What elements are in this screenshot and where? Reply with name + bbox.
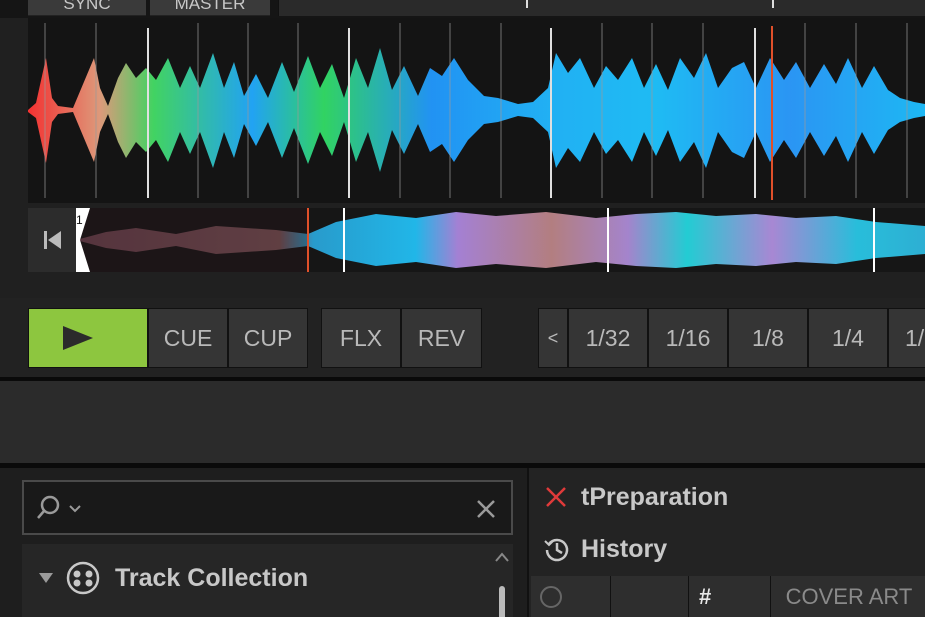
cue-label: CUE xyxy=(163,324,213,351)
deck: 1 xyxy=(0,18,925,298)
overview-graphic: 1 xyxy=(76,208,925,272)
close-icon[interactable] xyxy=(545,486,567,508)
column-header-status[interactable] xyxy=(531,576,611,617)
column-header-preview[interactable] xyxy=(611,576,689,617)
playlist-item-tpreparation[interactable]: tPreparation xyxy=(529,472,925,522)
loop-size-1-16[interactable]: 1/16 xyxy=(648,308,728,368)
search-field[interactable] xyxy=(22,480,513,535)
scroll-up-icon[interactable] xyxy=(495,552,509,562)
track-collection-icon xyxy=(66,561,100,595)
tempo-tick xyxy=(772,0,774,8)
cup-label: CUP xyxy=(243,324,293,351)
cup-button[interactable]: CUP xyxy=(228,308,308,368)
loop-size-1-4[interactable]: 1/4 xyxy=(808,308,888,368)
stripe-waveform[interactable] xyxy=(28,18,925,203)
favorites-panel: tPreparation History # COVER ART xyxy=(527,468,925,617)
fx-panel xyxy=(0,381,925,463)
tree-item-label: Track Collection xyxy=(115,564,309,592)
master-label: MASTER xyxy=(174,0,246,13)
loop-size-label: 1/16 xyxy=(665,324,711,351)
deck-header: SYNC MASTER xyxy=(0,0,925,18)
sync-button[interactable]: SYNC xyxy=(28,0,146,16)
search-input[interactable] xyxy=(94,492,454,524)
column-header-label: COVER ART xyxy=(785,583,913,609)
playlist-item-history[interactable]: History xyxy=(529,524,925,574)
overview-canvas[interactable]: 1 xyxy=(76,208,925,272)
play-icon xyxy=(63,326,93,350)
rev-label: REV xyxy=(417,324,466,351)
scrollbar-thumb[interactable] xyxy=(499,586,505,617)
status-circle-icon xyxy=(540,585,562,608)
playlist-label: tPreparation xyxy=(581,482,729,511)
clear-search-icon[interactable] xyxy=(475,498,497,520)
loop-size-label: 1/4 xyxy=(832,324,864,351)
loop-size-label: 1/32 xyxy=(585,324,631,351)
flx-label: FLX xyxy=(339,324,383,351)
column-header-number[interactable]: # xyxy=(689,576,771,617)
history-clock-icon xyxy=(544,538,569,562)
expand-triangle-icon[interactable] xyxy=(38,572,54,584)
tempo-tick xyxy=(526,0,528,8)
flux-button[interactable]: FLX xyxy=(321,308,401,368)
jump-to-start-button[interactable] xyxy=(28,208,76,272)
browser-tree: Track Collection xyxy=(22,544,513,617)
search-icon xyxy=(37,495,81,519)
transport-bar: CUE CUP FLX REV < 1/32 1/16 1/8 1/4 1/ xyxy=(0,298,925,378)
sync-label: SYNC xyxy=(63,0,111,13)
column-header-cover-art[interactable]: COVER ART xyxy=(771,576,925,617)
chevron-left-icon: < xyxy=(547,327,559,348)
play-button[interactable] xyxy=(28,308,148,368)
start-marker-number: 1 xyxy=(76,213,83,227)
loop-size-prev-button[interactable]: < xyxy=(538,308,568,368)
waveform-graphic xyxy=(28,23,925,200)
tree-item-track-collection[interactable]: Track Collection xyxy=(22,544,492,617)
loop-size-next[interactable]: 1/ xyxy=(888,308,925,368)
playlist-label: History xyxy=(581,534,668,563)
loop-size-label: 1/8 xyxy=(752,324,784,351)
cue-button[interactable]: CUE xyxy=(148,308,228,368)
loop-size-1-8[interactable]: 1/8 xyxy=(728,308,808,368)
column-header-label: # xyxy=(699,583,712,609)
master-button[interactable]: MASTER xyxy=(150,0,270,16)
reverse-button[interactable]: REV xyxy=(401,308,482,368)
skip-start-icon xyxy=(44,231,61,249)
loop-size-1-32[interactable]: 1/32 xyxy=(568,308,648,368)
loop-size-label: 1/ xyxy=(905,324,925,351)
overview-waveform[interactable]: 1 xyxy=(28,208,925,272)
deck-info-bar xyxy=(278,0,925,16)
